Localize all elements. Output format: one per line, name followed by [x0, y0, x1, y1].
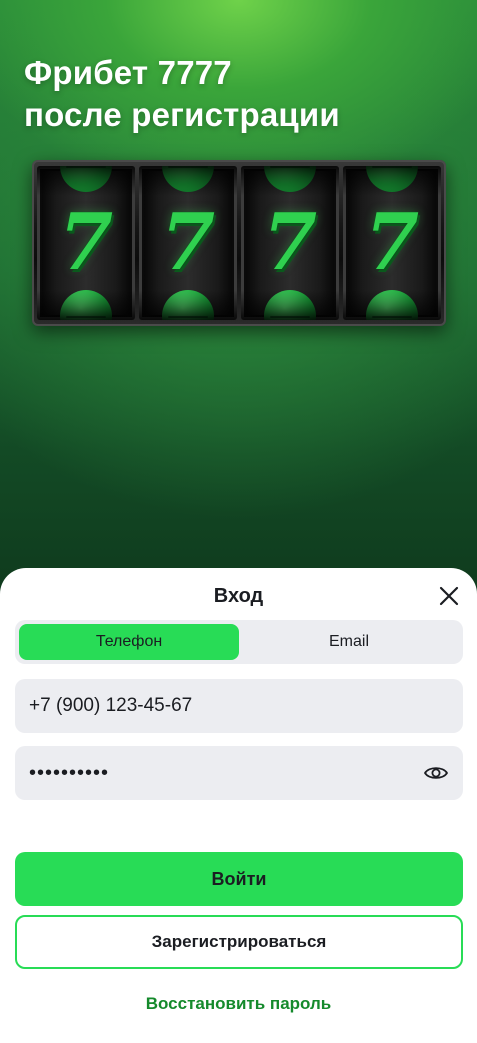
ball-icon [162, 166, 214, 192]
reel-symbol: 7 [58, 197, 114, 288]
reel-symbol: 7 [160, 197, 216, 288]
tab-phone[interactable]: Телефон [19, 624, 239, 660]
phone-field-container [15, 679, 463, 733]
reel-symbol: 7 [262, 197, 318, 288]
tab-email[interactable]: Email [239, 624, 459, 660]
eye-icon[interactable] [423, 760, 449, 786]
phone-input[interactable] [29, 695, 449, 717]
ball-icon [366, 166, 418, 192]
login-sheet: Вход Телефон Email Войти Зарегистрироват… [0, 568, 477, 1043]
ball-icon [366, 290, 418, 320]
register-button[interactable]: Зарегистрироваться [15, 915, 463, 969]
promo-banner: Фрибет 7777 после регистрации 7 7 7 7 [0, 0, 477, 600]
close-icon[interactable] [437, 584, 461, 608]
ball-icon [264, 166, 316, 192]
slot-reel: 7 [37, 166, 135, 320]
ball-icon [60, 166, 112, 192]
slot-reel: 7 [241, 166, 339, 320]
slot-machine-image: 7 7 7 7 [32, 160, 446, 326]
recover-password-link[interactable]: Восстановить пароль [0, 994, 477, 1014]
ball-icon [60, 290, 112, 320]
promo-title: Фрибет 7777 после регистрации [24, 52, 340, 136]
password-field-container [15, 746, 463, 800]
slot-reel: 7 [343, 166, 441, 320]
ball-icon [264, 290, 316, 320]
login-title: Вход [213, 585, 264, 607]
login-button[interactable]: Войти [15, 852, 463, 906]
ball-icon [162, 290, 214, 320]
reel-symbol: 7 [364, 197, 420, 288]
slot-reel: 7 [139, 166, 237, 320]
promo-title-line1: Фрибет 7777 [24, 54, 232, 91]
login-method-tabs: Телефон Email [15, 620, 463, 664]
password-input[interactable] [29, 761, 423, 785]
promo-title-line2: после регистрации [24, 96, 340, 133]
